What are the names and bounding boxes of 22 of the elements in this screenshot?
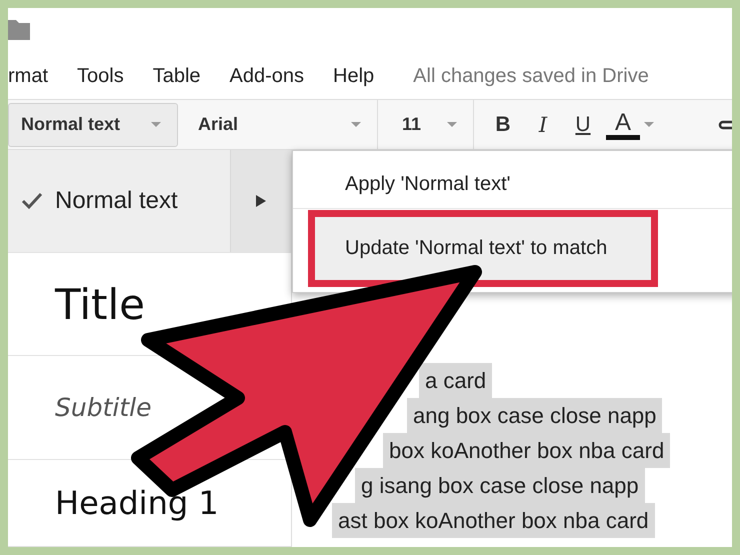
menu-option[interactable]: Update 'Normal text' to match xyxy=(315,217,651,280)
text-color-button[interactable]: A xyxy=(604,106,642,142)
menu-item[interactable]: Tools xyxy=(77,64,124,88)
menu-option[interactable]: Apply 'Normal text' xyxy=(293,161,732,210)
folder-icon[interactable] xyxy=(8,20,30,40)
menu-item[interactable]: Table xyxy=(152,64,201,88)
menu-item[interactable]: Help xyxy=(333,64,374,88)
style-option[interactable]: Normal text xyxy=(8,150,291,253)
italic-button[interactable]: I xyxy=(524,106,562,142)
font-size-select[interactable]: 11 xyxy=(378,100,474,149)
style-option[interactable]: Title xyxy=(8,280,146,328)
save-status: All changes saved in Drive xyxy=(413,64,649,88)
underline-button[interactable]: U xyxy=(564,106,602,142)
style-option[interactable]: Heading 1 xyxy=(8,484,219,522)
bold-button[interactable]: B xyxy=(484,106,522,142)
menu-item[interactable]: rmat xyxy=(8,64,48,88)
font-select[interactable]: Arial xyxy=(178,100,378,149)
style-select[interactable]: Normal text xyxy=(8,102,178,146)
link-icon[interactable] xyxy=(718,120,732,130)
style-option[interactable]: Subtitle xyxy=(8,393,152,422)
menu-item[interactable]: Add-ons xyxy=(230,64,304,88)
submenu-arrow-icon[interactable] xyxy=(256,195,266,207)
